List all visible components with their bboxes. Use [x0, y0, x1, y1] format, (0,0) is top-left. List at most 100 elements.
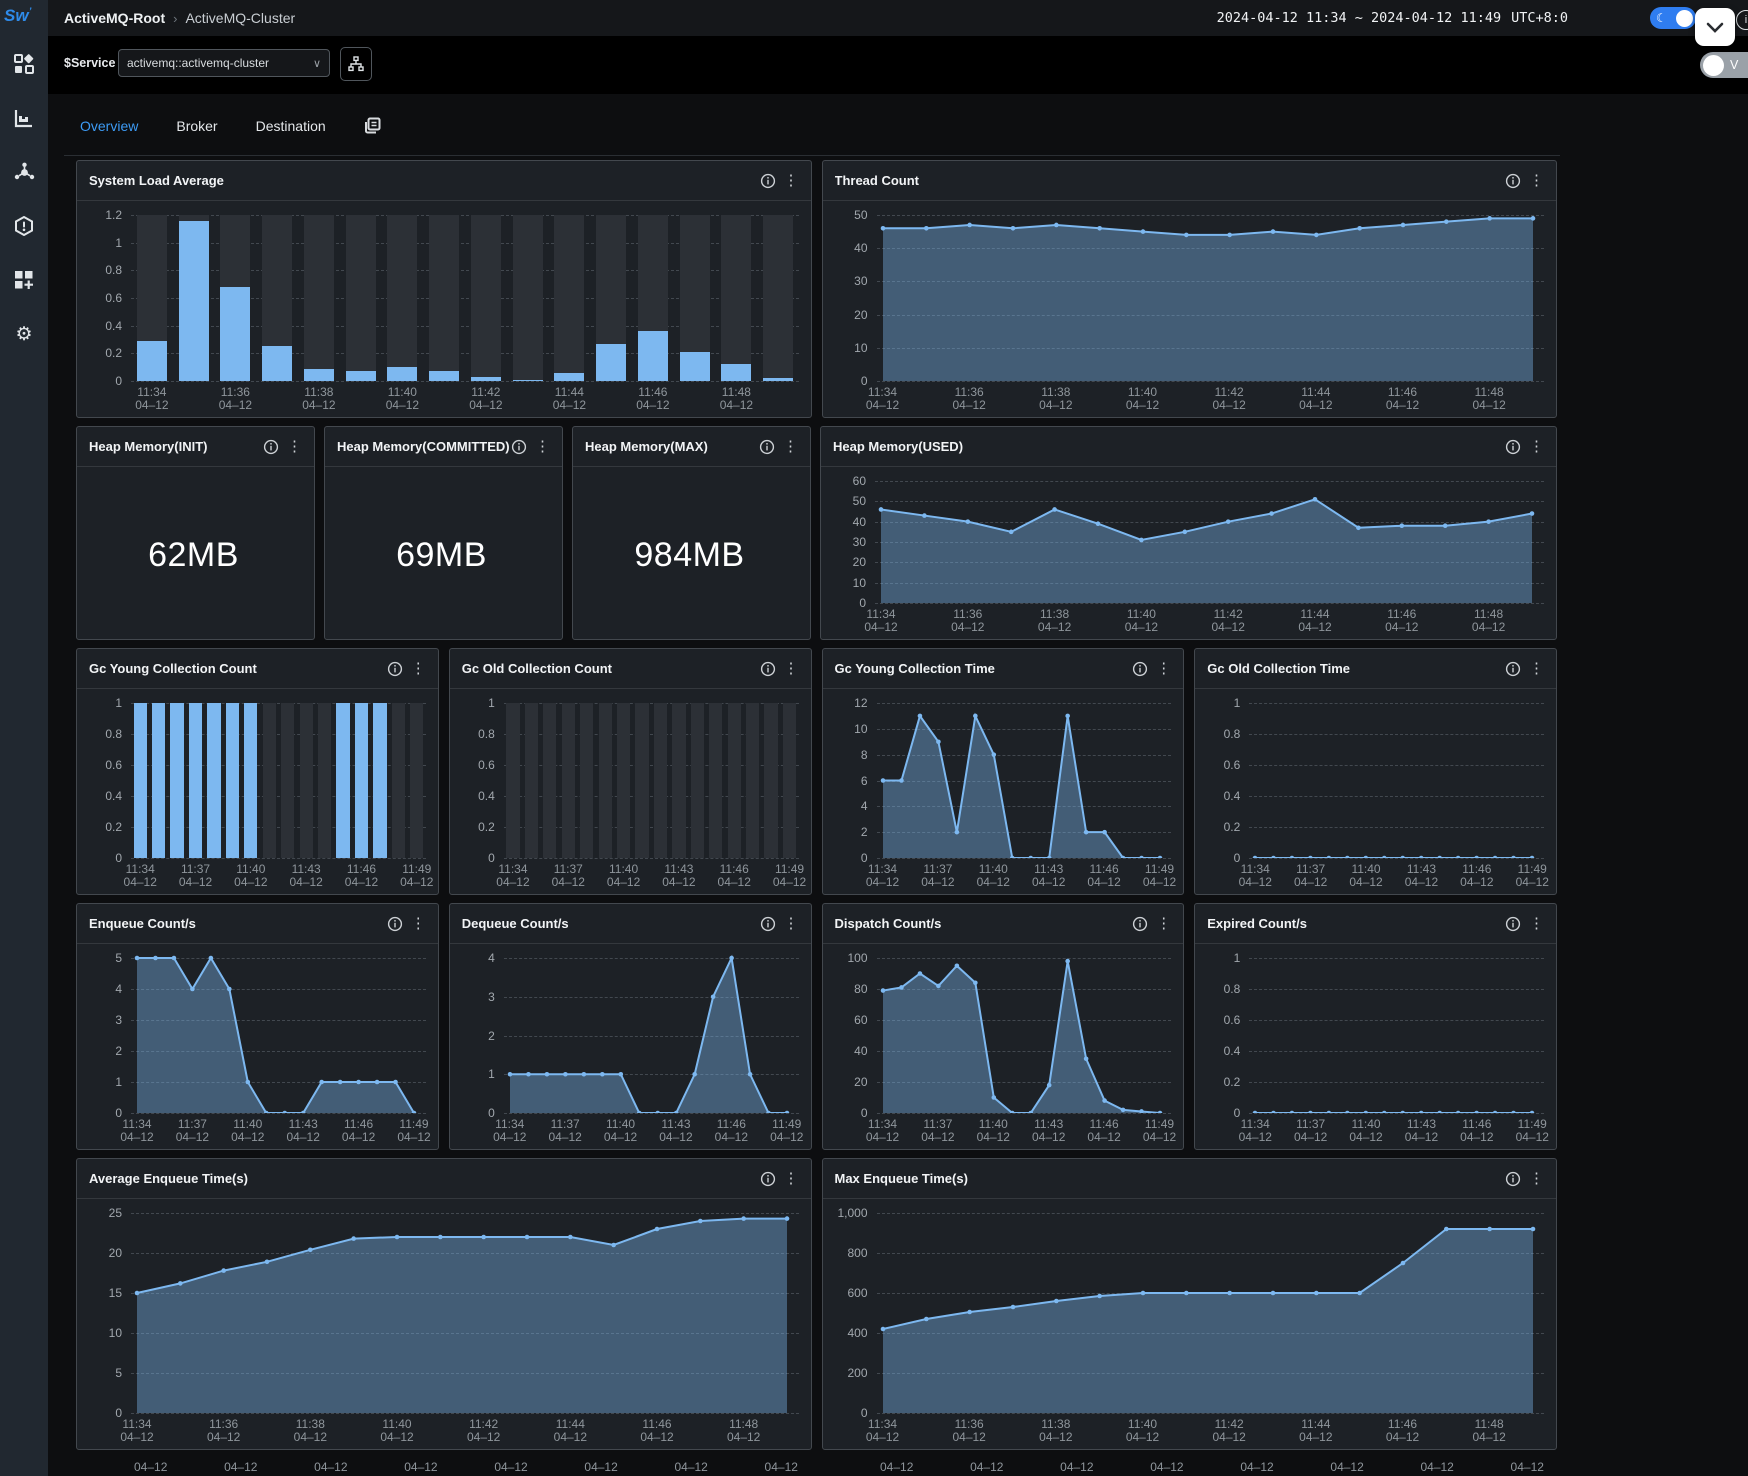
x-axis: 11:3404–1211:3704–1211:4004–1211:4304–12…	[1249, 1113, 1544, 1145]
info-icon[interactable]	[387, 661, 403, 677]
info-icon[interactable]	[1132, 661, 1148, 677]
settings-icon[interactable]: ⚙	[12, 322, 36, 346]
info-icon[interactable]	[760, 916, 776, 932]
time-range[interactable]: 2024-04-12 11:34 ~ 2024-04-12 11:49 UTC+…	[1217, 0, 1568, 36]
info-icon[interactable]	[1505, 173, 1521, 189]
more-menu-icon[interactable]: ⋮	[1527, 439, 1546, 454]
tab-broker[interactable]: Broker	[176, 118, 217, 134]
y-tick-label: 3	[115, 1013, 122, 1027]
y-tick-label: 0	[115, 374, 122, 388]
x-axis: 11:3404–1211:3604–1211:3804–1211:4004–12…	[131, 381, 799, 413]
y-tick-label: 0.4	[105, 319, 122, 333]
info-icon[interactable]	[1505, 916, 1521, 932]
topology-icon[interactable]	[12, 160, 36, 184]
more-menu-icon[interactable]: ⋮	[782, 916, 801, 931]
copy-dashboard-icon[interactable]	[364, 117, 381, 134]
panel-title: Gc Old Collection Time	[1207, 661, 1350, 676]
skywalking-logo[interactable]: Sw’	[4, 6, 44, 30]
dark-mode-toggle[interactable]: ☾	[1650, 7, 1696, 29]
more-menu-icon[interactable]: ⋮	[285, 439, 304, 454]
x-tick-label: 11:4604–12	[1460, 863, 1493, 889]
y-axis: 1.210.80.60.40.20	[85, 209, 131, 381]
more-menu-icon[interactable]: ⋮	[1527, 1171, 1546, 1186]
info-icon[interactable]: i	[1736, 10, 1748, 30]
info-icon[interactable]	[760, 1171, 776, 1187]
x-tick-label: 11:3704–12	[548, 1118, 581, 1144]
alerts-icon[interactable]	[12, 214, 36, 238]
service-topology-button[interactable]	[340, 47, 372, 81]
more-menu-icon[interactable]: ⋮	[1527, 173, 1546, 188]
bar	[355, 703, 368, 858]
clipped-date-label: 04–12	[970, 1460, 1003, 1476]
more-menu-icon[interactable]: ⋮	[1154, 916, 1173, 931]
more-menu-icon[interactable]: ⋮	[409, 916, 428, 931]
x-tick-label: 11:3404–12	[866, 1118, 899, 1144]
activemq-dashboard: { "header": { "breadcrumb_root": "Active…	[0, 0, 1748, 1476]
y-tick-label: 0.6	[478, 758, 495, 772]
info-icon[interactable]	[760, 661, 776, 677]
y-tick-label: 5	[115, 1366, 122, 1380]
x-tick-label: 11:4304–12	[1405, 1118, 1438, 1144]
info-icon[interactable]	[759, 439, 775, 455]
y-tick-label: 20	[109, 1246, 122, 1260]
service-select[interactable]: activemq::activemq-cluster ∨	[118, 49, 330, 77]
info-icon[interactable]	[760, 173, 776, 189]
x-tick-label: 11:4604–12	[1386, 1418, 1419, 1444]
info-icon[interactable]	[387, 916, 403, 932]
tab-destination[interactable]: Destination	[256, 118, 326, 134]
more-menu-icon[interactable]: ⋮	[1154, 661, 1173, 676]
clipped-date-label: 04–12	[404, 1460, 437, 1476]
x-tick-label: 11:4604–12	[1385, 608, 1418, 634]
panel-title: System Load Average	[89, 173, 224, 188]
more-menu-icon[interactable]: ⋮	[409, 661, 428, 676]
dashboards-icon[interactable]	[12, 52, 36, 76]
y-tick-label: 50	[854, 208, 867, 222]
x-tick-label: 11:4204–12	[1212, 386, 1245, 412]
bar-track	[672, 703, 685, 858]
more-menu-icon[interactable]: ⋮	[782, 173, 801, 188]
x-tick-label: 11:4204–12	[1212, 1418, 1245, 1444]
collapse-header-button[interactable]	[1695, 8, 1735, 46]
bar-track	[346, 215, 376, 381]
y-tick-label: 1	[1234, 951, 1241, 965]
x-tick-label: 11:4604–12	[718, 863, 751, 889]
y-axis: 1,0008006004002000	[831, 1207, 877, 1413]
info-icon[interactable]	[511, 439, 527, 455]
more-menu-icon[interactable]: ⋮	[533, 439, 552, 454]
y-tick-label: 1	[1234, 696, 1241, 710]
panel-title: Heap Memory(COMMITTED)	[337, 439, 510, 454]
bar	[244, 703, 257, 858]
chevron-down-icon: ∨	[313, 57, 321, 70]
more-menu-icon[interactable]: ⋮	[782, 1171, 801, 1186]
x-tick-label: 11:4304–12	[287, 1118, 320, 1144]
tab-overview[interactable]: Overview	[80, 118, 138, 134]
x-tick-label: 11:4004–12	[231, 1118, 264, 1144]
more-menu-icon[interactable]: ⋮	[782, 661, 801, 676]
info-icon[interactable]	[1132, 916, 1148, 932]
plot-area	[1249, 697, 1544, 858]
y-tick-label: 30	[854, 274, 867, 288]
x-tick-label: 11:3404–12	[493, 1118, 526, 1144]
view-mode-toggle[interactable]: V	[1700, 52, 1748, 78]
info-icon[interactable]	[1505, 439, 1521, 455]
more-menu-icon[interactable]: ⋮	[781, 439, 800, 454]
timezone-label: UTC+8:0	[1511, 10, 1568, 26]
plot-area	[875, 475, 1544, 603]
more-menu-icon[interactable]: ⋮	[1527, 916, 1546, 931]
new-dashboard-icon[interactable]	[12, 268, 36, 292]
info-icon[interactable]	[1505, 1171, 1521, 1187]
panel-title: Heap Memory(USED)	[833, 439, 963, 454]
info-icon[interactable]	[1505, 661, 1521, 677]
y-axis: 10.80.60.40.20	[85, 697, 131, 858]
breadcrumb-root[interactable]: ActiveMQ-Root	[64, 10, 165, 26]
more-menu-icon[interactable]: ⋮	[1527, 661, 1546, 676]
x-tick-label: 11:3804–12	[1038, 608, 1071, 634]
x-tick-label: 11:3604–12	[952, 386, 985, 412]
x-axis: 11:3404–1211:3704–1211:4004–1211:4304–12…	[504, 858, 799, 890]
service-toolbar: $Service activemq::activemq-cluster ∨ V	[48, 36, 1748, 94]
charts-icon[interactable]	[12, 106, 36, 130]
x-tick-label: 11:4004–12	[1125, 608, 1158, 634]
bar-track	[263, 703, 276, 858]
info-icon[interactable]	[263, 439, 279, 455]
x-tick-label: 11:4604–12	[640, 1418, 673, 1444]
